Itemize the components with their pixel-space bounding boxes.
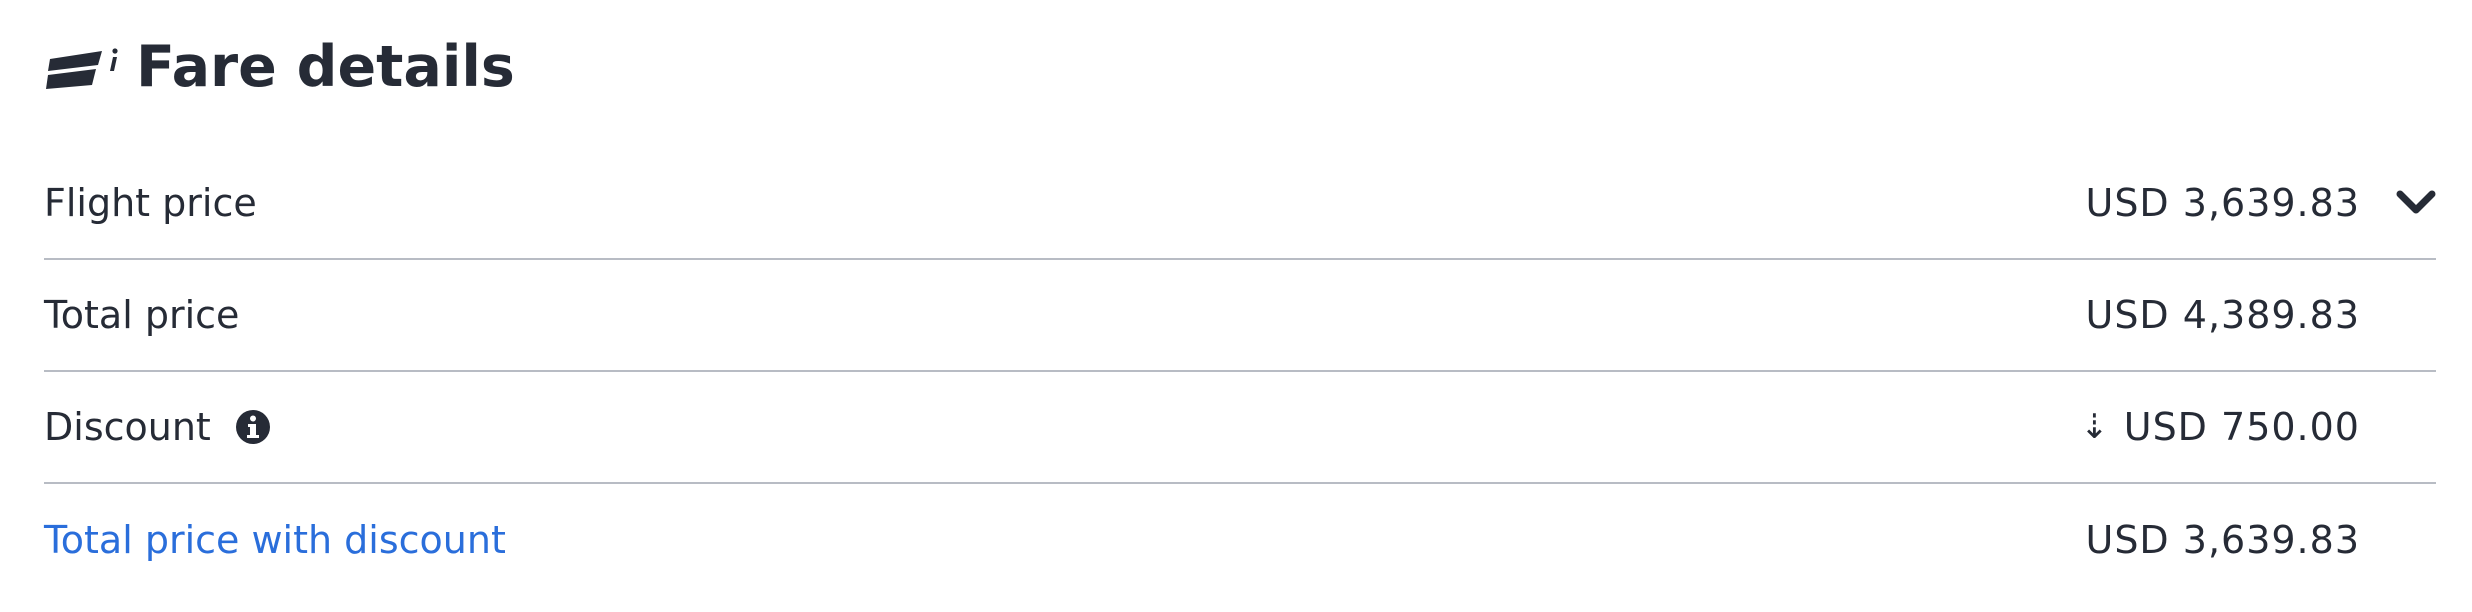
fare-row-total-price: Total price USD 4,389.83 <box>44 260 2436 372</box>
row-label: Discount <box>44 405 211 449</box>
fare-row-flight-price[interactable]: Flight price USD 3,639.83 <box>44 148 2436 260</box>
row-value: USD 3,639.83 <box>2085 181 2360 225</box>
fare-row-total-with-discount: Total price with discount USD 3,639.83 <box>44 484 2436 596</box>
fare-table: Flight price USD 3,639.83 Total price US… <box>44 148 2436 596</box>
row-label: Flight price <box>44 181 257 225</box>
chevron-down-icon[interactable] <box>2396 183 2436 223</box>
down-arrow-icon: ⇣ <box>2080 407 2110 447</box>
row-value: USD 750.00 <box>2123 405 2360 449</box>
info-circle-icon[interactable] <box>235 409 271 445</box>
page-title: Fare details <box>136 34 515 100</box>
row-label: Total price <box>44 293 240 337</box>
row-value: USD 4,389.83 <box>2085 293 2360 337</box>
fare-row-discount: Discount ⇣ USD 750.00 <box>44 372 2436 484</box>
fare-details-header: Fare details <box>44 28 515 106</box>
row-label-container: Discount <box>44 405 271 449</box>
row-value-container: ⇣ USD 750.00 <box>2080 405 2360 449</box>
row-value: USD 3,639.83 <box>2085 518 2360 562</box>
fare-ticket-info-icon <box>44 45 120 89</box>
total-with-discount-link[interactable]: Total price with discount <box>44 518 506 562</box>
